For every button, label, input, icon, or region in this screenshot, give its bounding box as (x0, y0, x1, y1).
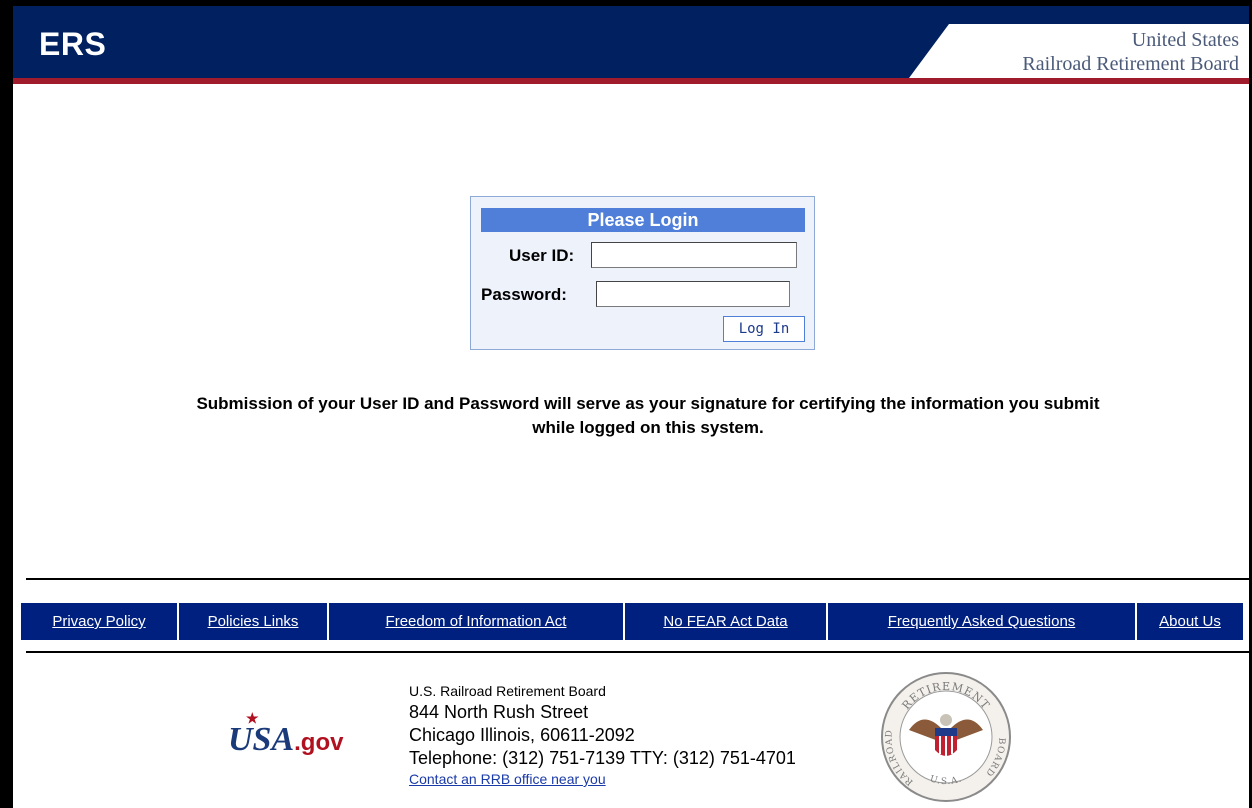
nav-faq[interactable]: Frequently Asked Questions (828, 603, 1137, 640)
log-in-button[interactable]: Log In (723, 316, 805, 342)
star-icon: ★ (246, 712, 259, 727)
login-panel: Please Login User ID: Password: Log In (470, 196, 815, 350)
user-id-input[interactable] (591, 242, 797, 268)
notice-line-1: Submission of your User ID and Password … (196, 394, 1100, 413)
user-id-label: User ID: (509, 246, 575, 265)
address-city: Chicago Illinois, 60611-2092 (409, 725, 635, 745)
footer-divider-top (26, 578, 1252, 580)
nav-no-fear-act[interactable]: No FEAR Act Data (625, 603, 828, 640)
nav-policies-links[interactable]: Policies Links (179, 603, 329, 640)
contact-office-link[interactable]: Contact an RRB office near you (409, 770, 796, 789)
signature-notice: Submission of your User ID and Password … (53, 392, 1243, 440)
login-heading: Please Login (481, 208, 805, 232)
agency-address: U.S. Railroad Retirement Board 844 North… (409, 681, 796, 789)
site-header: ERS United States Railroad Retirement Bo… (13, 6, 1249, 84)
address-street: 844 North Rush Street (409, 702, 589, 722)
notice-line-2: while logged on this system. (532, 418, 764, 437)
nav-about-us[interactable]: About Us (1137, 603, 1243, 640)
usa-logo-suffix: .gov (294, 729, 344, 756)
nav-foia[interactable]: Freedom of Information Act (329, 603, 625, 640)
usa-gov-logo[interactable]: ★ USA.gov (228, 712, 344, 759)
footer-nav: Privacy Policy Policies Links Freedom of… (21, 603, 1243, 640)
password-label: Password: (481, 285, 567, 304)
address-phone: Telephone: (312) 751-7139 TTY: (312) 751… (409, 748, 796, 768)
header-red-stripe (13, 78, 1249, 84)
usa-logo-text: USA (228, 721, 295, 758)
app-title: ERS (39, 26, 107, 62)
password-input[interactable] (596, 281, 790, 307)
agency-name: United States Railroad Retirement Board (1022, 28, 1239, 76)
agency-line-1: United States (1131, 29, 1239, 51)
footer-divider-bottom (26, 651, 1252, 653)
agency-line-2: Railroad Retirement Board (1022, 53, 1239, 75)
rrb-seal-icon: RETIREMENT RAILROAD BOARD U.S.A. (881, 672, 1011, 802)
page-frame: ERS United States Railroad Retirement Bo… (0, 0, 1252, 808)
address-org: U.S. Railroad Retirement Board (409, 683, 606, 699)
nav-privacy-policy[interactable]: Privacy Policy (21, 603, 179, 640)
